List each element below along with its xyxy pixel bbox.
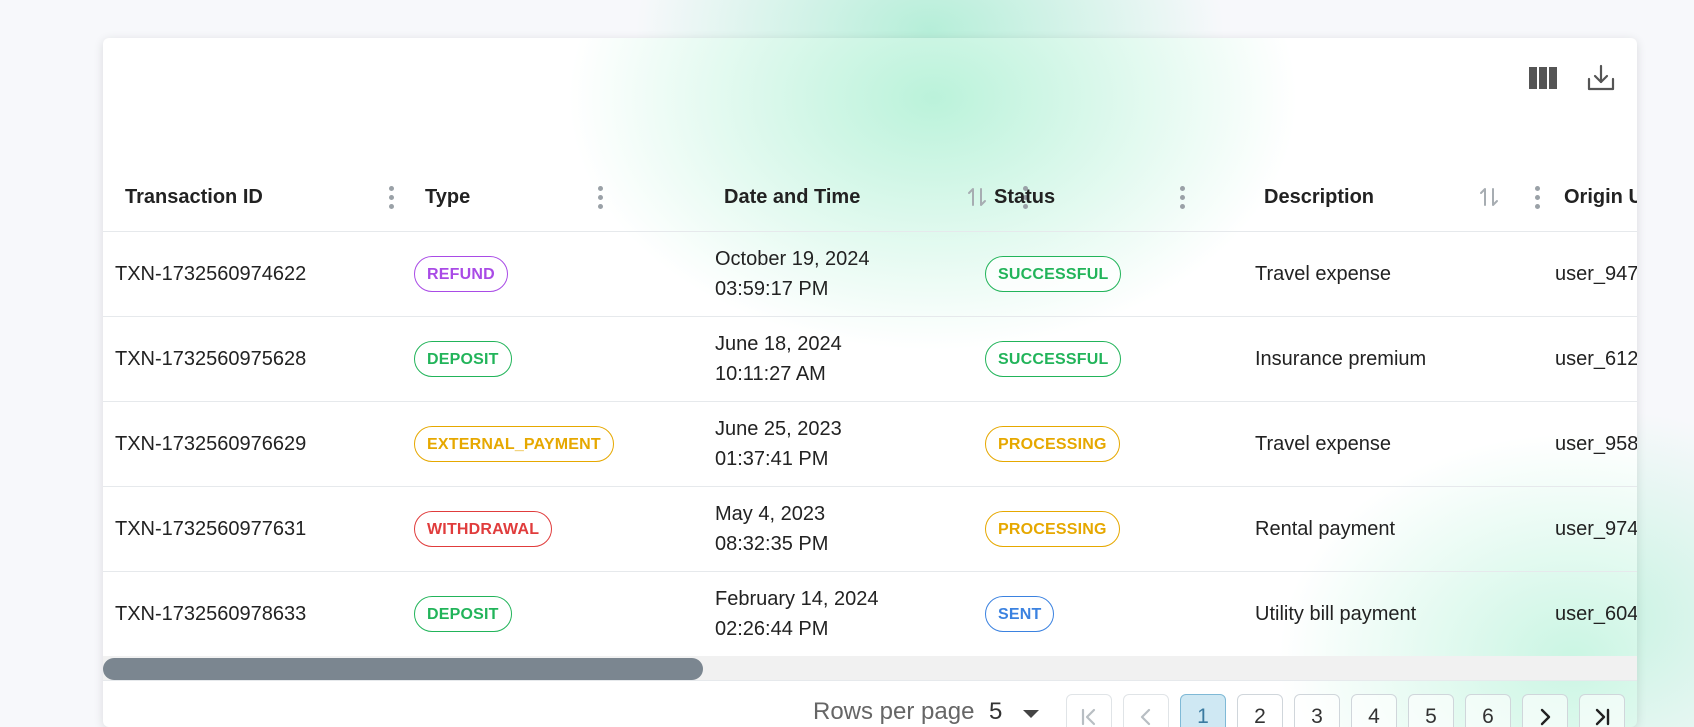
first-page-button[interactable]	[1066, 694, 1112, 727]
description-cell: Travel expense	[1255, 432, 1391, 455]
last-page-icon	[1595, 708, 1610, 726]
time-text: 01:37:41 PM	[715, 448, 829, 470]
table-viewport: Transaction ID Type Date and Time Status…	[103, 120, 1637, 658]
transaction-id-cell: TXN-1732560975628	[115, 347, 307, 370]
table-row[interactable]: TXN-1732560977631 WITHDRAWAL May 4, 2023 08…	[103, 487, 1637, 572]
time-text: 10:11:27 AM	[715, 363, 826, 385]
description-cell: Utility bill payment	[1255, 602, 1417, 625]
date-text: May 4, 2023	[715, 503, 826, 525]
column-menu-icon[interactable]	[590, 182, 610, 212]
time-text: 03:59:17 PM	[715, 278, 829, 300]
type-cell: EXTERNAL_PAYMENT	[414, 402, 614, 486]
column-menu-icon[interactable]	[381, 182, 401, 212]
date-text: October 19, 2024	[715, 248, 870, 270]
chevron-left-icon	[1140, 708, 1151, 726]
time-text: 02:26:44 PM	[715, 618, 829, 640]
sort-icon[interactable]	[966, 184, 988, 210]
page-button-1[interactable]: 1	[1180, 694, 1226, 727]
status-badge: SENT	[985, 596, 1055, 632]
date-text: June 25, 2023	[715, 418, 842, 440]
scrollbar-thumb[interactable]	[103, 658, 703, 680]
column-header-status[interactable]: Status	[994, 180, 1055, 214]
status-cell: SENT	[985, 572, 1055, 656]
type-cell: DEPOSIT	[414, 572, 512, 656]
transaction-id-cell: TXN-1732560978633	[115, 602, 307, 625]
status-badge: PROCESSING	[985, 426, 1120, 462]
column-header-origin-user[interactable]: Origin U	[1564, 180, 1637, 214]
table-row[interactable]: TXN-1732560976629 EXTERNAL_PAYMENT June 25…	[103, 402, 1637, 487]
table-row[interactable]: TXN-1732560978633 DEPOSIT February 14, 202…	[103, 572, 1637, 657]
page-button-2[interactable]: 2	[1237, 694, 1283, 727]
column-header-description[interactable]: Description	[1264, 180, 1374, 214]
page-button-3[interactable]: 3	[1294, 694, 1340, 727]
date-time-cell: October 19, 2024 03:59:17 PM	[715, 232, 870, 316]
view-column-icon[interactable]	[1527, 62, 1559, 94]
type-chip: EXTERNAL_PAYMENT	[414, 426, 614, 462]
transaction-id-cell: TXN-1732560977631	[115, 517, 307, 540]
date-time-cell: June 25, 2023 01:37:41 PM	[715, 402, 842, 486]
previous-page-button[interactable]	[1123, 694, 1169, 727]
type-cell: DEPOSIT	[414, 317, 512, 401]
date-time-cell: February 14, 2024 02:26:44 PM	[715, 572, 878, 656]
transaction-id-cell: TXN-1732560974622	[115, 262, 307, 285]
status-badge: SUCCESSFUL	[985, 256, 1122, 292]
time-text: 08:32:35 PM	[715, 533, 829, 555]
chevron-right-icon	[1540, 708, 1551, 726]
pagination-footer: Rows per page 5 1 2 3 4 5 6	[103, 680, 1637, 727]
type-chip: DEPOSIT	[414, 596, 512, 632]
type-cell: REFUND	[414, 232, 508, 316]
download-icon[interactable]	[1585, 62, 1617, 94]
type-chip: DEPOSIT	[414, 341, 512, 377]
description-cell: Insurance premium	[1255, 347, 1427, 370]
type-cell: WITHDRAWAL	[414, 487, 553, 571]
description-cell: Rental payment	[1255, 517, 1396, 540]
status-badge: PROCESSING	[985, 511, 1120, 547]
horizontal-scrollbar[interactable]	[103, 656, 1637, 680]
rows-per-page-select[interactable]: 5	[983, 693, 1053, 727]
column-header-type[interactable]: Type	[425, 180, 470, 214]
rows-per-page-label: Rows per page	[813, 698, 975, 725]
origin-user-cell: user_604	[1555, 602, 1637, 625]
status-cell: SUCCESSFUL	[985, 232, 1122, 316]
transactions-table-card: Transaction ID Type Date and Time Status…	[103, 38, 1637, 727]
next-page-button[interactable]	[1522, 694, 1568, 727]
column-menu-icon[interactable]	[1527, 182, 1547, 212]
dropdown-arrow-icon	[1023, 710, 1039, 718]
date-time-cell: May 4, 2023 08:32:35 PM	[715, 487, 828, 571]
origin-user-cell: user_958	[1555, 432, 1637, 455]
status-cell: PROCESSING	[985, 402, 1120, 486]
table-header-row: Transaction ID Type Date and Time Status…	[103, 120, 1637, 232]
page-button-4[interactable]: 4	[1351, 694, 1397, 727]
status-cell: PROCESSING	[985, 487, 1120, 571]
column-header-transaction-id[interactable]: Transaction ID	[125, 180, 263, 214]
origin-user-cell: user_947	[1555, 262, 1637, 285]
page-button-5[interactable]: 5	[1408, 694, 1454, 727]
date-text: February 14, 2024	[715, 588, 879, 610]
table-row[interactable]: TXN-1732560975628 DEPOSIT June 18, 2024 10:…	[103, 317, 1637, 402]
last-page-button[interactable]	[1579, 694, 1625, 727]
description-cell: Travel expense	[1255, 262, 1391, 285]
status-badge: SUCCESSFUL	[985, 341, 1122, 377]
type-chip: WITHDRAWAL	[414, 511, 553, 547]
rows-per-page-value: 5	[989, 698, 1003, 725]
type-chip: REFUND	[414, 256, 508, 292]
first-page-icon	[1081, 708, 1096, 726]
date-text: June 18, 2024	[715, 333, 842, 355]
table-row[interactable]: TXN-1732560974622 REFUND October 19, 2024 0…	[103, 232, 1637, 317]
status-cell: SUCCESSFUL	[985, 317, 1122, 401]
page-button-6[interactable]: 6	[1465, 694, 1511, 727]
sort-icon[interactable]	[1478, 184, 1500, 210]
origin-user-cell: user_974	[1555, 517, 1637, 540]
column-header-date-time[interactable]: Date and Time	[724, 180, 860, 214]
origin-user-cell: user_612	[1555, 347, 1637, 370]
transaction-id-cell: TXN-1732560976629	[115, 432, 307, 455]
date-time-cell: June 18, 2024 10:11:27 AM	[715, 317, 842, 401]
column-menu-icon[interactable]	[1172, 182, 1192, 212]
